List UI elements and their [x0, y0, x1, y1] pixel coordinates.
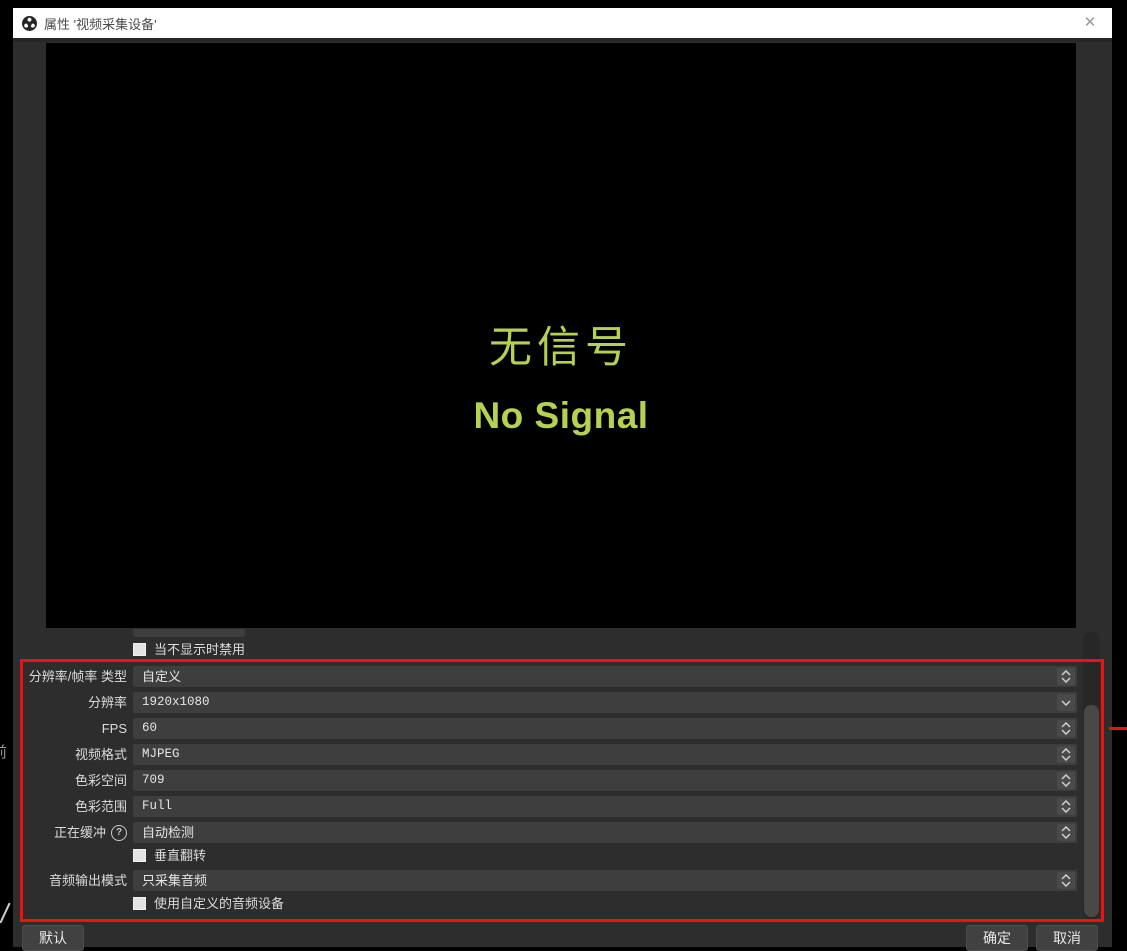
spinner-down-icon[interactable]	[1061, 881, 1071, 887]
resolution-fps-type-select[interactable]: 自定义	[133, 666, 1077, 687]
video-format-select[interactable]: MJPEG	[133, 744, 1077, 765]
color-range-label: 色彩范围	[20, 796, 127, 817]
color-range-value: Full	[133, 796, 1077, 817]
spinner-down-icon[interactable]	[1061, 755, 1071, 761]
audio-output-mode-value: 只采集音频	[133, 870, 1077, 891]
help-icon[interactable]: ?	[111, 825, 127, 841]
spinner-down-icon[interactable]	[1061, 677, 1071, 683]
resolution-dropdown[interactable]	[1057, 694, 1075, 711]
resolution-fps-type-value: 自定义	[133, 666, 1077, 687]
color-range-select[interactable]: Full	[133, 796, 1077, 817]
fps-select[interactable]: 60	[133, 718, 1077, 739]
resolution-fps-type-spinner[interactable]	[1057, 668, 1075, 685]
resolution-select[interactable]: 1920x1080	[133, 692, 1077, 713]
close-icon[interactable]: ✕	[1080, 13, 1100, 33]
buffering-spinner[interactable]	[1057, 824, 1075, 841]
ok-button[interactable]: 确定	[966, 925, 1028, 951]
annotation-fragment-line	[1109, 727, 1127, 730]
checkbox-vertical-flip[interactable]	[133, 849, 146, 862]
spinner-up-icon[interactable]	[1061, 748, 1071, 754]
audio-output-mode-label: 音频输出模式	[20, 870, 127, 891]
color-space-spinner[interactable]	[1057, 772, 1075, 789]
obs-logo-icon	[22, 16, 37, 31]
checkbox-custom-audio-device-label: 使用自定义的音频设备	[154, 896, 284, 911]
color-space-label: 色彩空间	[20, 770, 127, 791]
screenshot-root: { "window": { "title": "属性 '视频采集设备'", "c…	[0, 0, 1127, 947]
fps-spinner[interactable]	[1057, 720, 1075, 737]
color-range-spinner[interactable]	[1057, 798, 1075, 815]
dialog-titlebar: 属性 '视频采集设备' ✕	[13, 8, 1112, 38]
scrollbar-thumb[interactable]	[1084, 705, 1099, 917]
cancel-button[interactable]: 取消	[1036, 925, 1098, 951]
audio-output-mode-select[interactable]: 只采集音频	[133, 870, 1077, 891]
color-space-value: 709	[133, 770, 1077, 791]
buffering-value: 自动检测	[133, 822, 1077, 843]
buffering-label: 正在缓冲	[20, 822, 106, 843]
no-signal-text-zh: 无信号	[46, 313, 1076, 375]
buffering-select[interactable]: 自动检测	[133, 822, 1077, 843]
spinner-down-icon[interactable]	[1061, 781, 1071, 787]
background-partial-text: 前	[0, 744, 9, 764]
spinner-up-icon[interactable]	[1061, 826, 1071, 832]
spinner-up-icon[interactable]	[1061, 722, 1071, 728]
spinner-down-icon[interactable]	[1061, 833, 1071, 839]
color-space-select[interactable]: 709	[133, 770, 1077, 791]
spinner-up-icon[interactable]	[1061, 874, 1071, 880]
fps-value: 60	[133, 718, 1077, 739]
checkbox-vertical-flip-label: 垂直翻转	[154, 848, 206, 863]
clipped-combo-box[interactable]	[133, 629, 245, 637]
window-title: 属性 '视频采集设备'	[44, 14, 157, 33]
video-format-value: MJPEG	[133, 744, 1077, 765]
video-format-label: 视频格式	[20, 744, 127, 765]
video-preview-area: 无信号 No Signal	[46, 43, 1076, 628]
spinner-up-icon[interactable]	[1061, 800, 1071, 806]
spinner-down-icon[interactable]	[1061, 729, 1071, 735]
audio-output-mode-spinner[interactable]	[1057, 872, 1075, 889]
no-signal-text-en: No Signal	[46, 395, 1076, 437]
video-format-spinner[interactable]	[1057, 746, 1075, 763]
spinner-up-icon[interactable]	[1061, 670, 1071, 676]
chevron-down-icon[interactable]	[1061, 700, 1071, 706]
resolution-value: 1920x1080	[133, 692, 1077, 713]
spinner-up-icon[interactable]	[1061, 774, 1071, 780]
checkbox-custom-audio-device[interactable]	[133, 897, 146, 910]
fps-label: FPS	[20, 718, 127, 739]
resolution-fps-type-label: 分辨率/帧率 类型	[20, 666, 127, 687]
checkbox-disable-when-hidden[interactable]	[133, 643, 146, 656]
default-button[interactable]: 默认	[22, 925, 84, 951]
background-diagonal-line-fragment	[0, 903, 11, 924]
spinner-down-icon[interactable]	[1061, 807, 1071, 813]
checkbox-disable-when-hidden-label: 当不显示时禁用	[154, 642, 245, 657]
resolution-label: 分辨率	[20, 692, 127, 713]
